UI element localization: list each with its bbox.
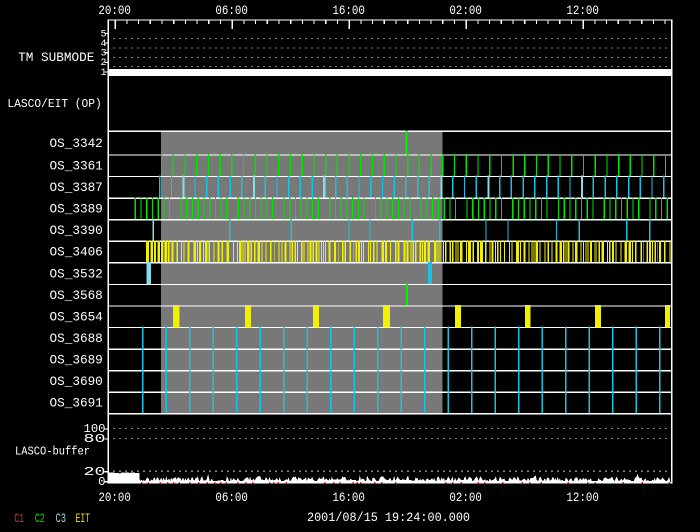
svg-text:OS_3389: OS_3389 [50, 202, 103, 217]
svg-text:02:00: 02:00 [449, 4, 482, 18]
svg-text:OS_3342: OS_3342 [50, 136, 103, 151]
svg-text:OS_3532: OS_3532 [50, 266, 103, 281]
svg-text:OS_3654: OS_3654 [50, 309, 103, 324]
svg-text:OS_3689: OS_3689 [50, 353, 103, 368]
svg-text:2001/08/15 19:24:00.000: 2001/08/15 19:24:00.000 [307, 511, 470, 525]
svg-text:OS_3387: OS_3387 [50, 180, 103, 195]
svg-text:OS_3690: OS_3690 [50, 374, 103, 389]
svg-text:12:00: 12:00 [566, 4, 599, 18]
svg-text:TM SUBMODE: TM SUBMODE [18, 50, 94, 65]
svg-text:80: 80 [84, 432, 106, 446]
svg-text:06:00: 06:00 [215, 491, 248, 505]
svg-text:OS_3568: OS_3568 [50, 288, 103, 303]
svg-text:12:00: 12:00 [566, 491, 599, 505]
svg-text:OS_3691: OS_3691 [50, 396, 103, 411]
svg-text:0: 0 [98, 475, 105, 489]
svg-text:02:00: 02:00 [449, 491, 482, 505]
svg-text:20:00: 20:00 [98, 491, 131, 505]
svg-text:1: 1 [100, 68, 106, 79]
svg-text:LASCO-buffer: LASCO-buffer [15, 445, 90, 458]
svg-text:16:00: 16:00 [332, 4, 365, 18]
svg-text:06:00: 06:00 [215, 4, 248, 18]
svg-text:LASCO/EIT (OP): LASCO/EIT (OP) [7, 97, 101, 111]
svg-text:OS_3361: OS_3361 [50, 158, 103, 173]
svg-text:C3: C3 [56, 512, 67, 526]
svg-text:16:00: 16:00 [332, 491, 365, 505]
svg-text:OS_3688: OS_3688 [50, 331, 103, 346]
svg-text:OS_3406: OS_3406 [50, 245, 103, 260]
svg-text:EIT: EIT [76, 512, 91, 526]
svg-text:C1: C1 [14, 512, 24, 526]
svg-text:OS_3390: OS_3390 [50, 223, 103, 238]
svg-text:C2: C2 [35, 512, 45, 526]
svg-text:20:00: 20:00 [98, 4, 131, 18]
